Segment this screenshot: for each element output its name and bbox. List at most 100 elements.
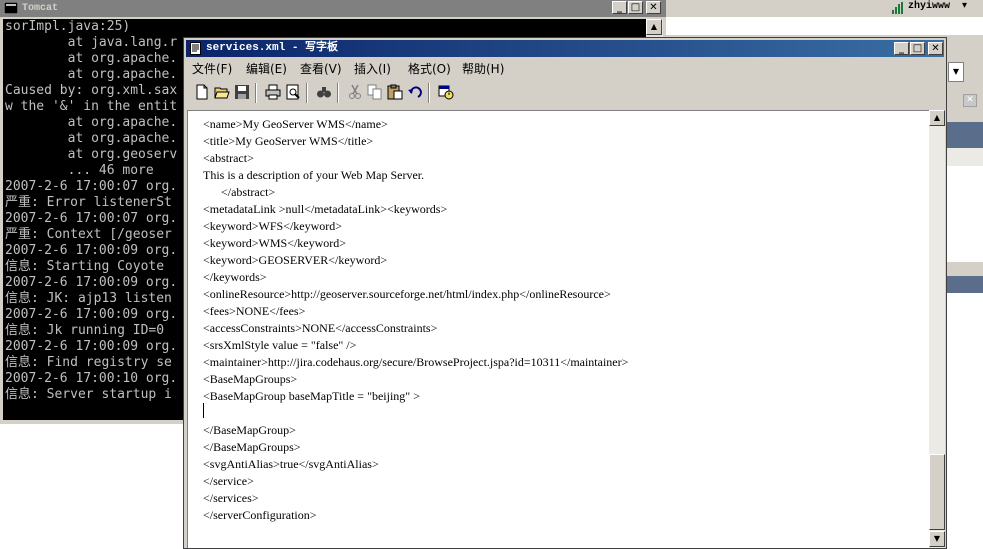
console-line: 2007-2-6 17:00:07 org.	[5, 211, 178, 226]
save-icon	[235, 85, 249, 99]
toolbar	[190, 81, 480, 107]
document-line: <fees>NONE</fees>	[203, 304, 306, 318]
console-line: 2007-2-6 17:00:09 org.	[5, 307, 178, 322]
open-button[interactable]	[212, 82, 233, 103]
wordpad-close-button[interactable]: ✕	[928, 42, 943, 55]
document-line: </serverConfiguration>	[203, 508, 317, 522]
copy-icon	[367, 84, 382, 100]
toolbar-separator	[428, 83, 430, 103]
scroll-thumb[interactable]	[929, 454, 945, 530]
console-scroll-up-button[interactable]: ▲	[646, 19, 662, 35]
document-line: </BaseMapGroup>	[203, 423, 296, 437]
signal-icon	[892, 2, 903, 14]
wordpad-window: services.xml - 写字板 _ □ ✕ 文件(F) 编辑(E) 查看(…	[183, 37, 947, 549]
print-icon	[265, 84, 281, 100]
document-line: </abstract>	[203, 185, 276, 199]
insert-datetime-icon	[438, 85, 454, 100]
new-document-button[interactable]	[192, 82, 213, 103]
user-dropdown-arrow[interactable]: ▾	[962, 0, 967, 11]
menu-file[interactable]: 文件(F)	[192, 60, 232, 77]
document-line: <accessConstraints>NONE</accessConstrain…	[203, 321, 438, 335]
console-line: 信息: JK: ajp13 listen	[5, 291, 172, 306]
tomcat-maximize-button[interactable]: □	[628, 1, 643, 14]
undo-button[interactable]	[405, 82, 426, 103]
background-panel-content	[946, 166, 983, 262]
console-line: 信息: Starting Coyote	[5, 259, 165, 274]
menu-view[interactable]: 查看(V)	[300, 60, 342, 77]
document-line: </BaseMapGroups>	[203, 440, 301, 454]
find-button[interactable]	[314, 82, 335, 103]
paste-icon	[387, 84, 403, 100]
cut-icon	[349, 84, 361, 99]
wordpad-title-bar[interactable]: services.xml - 写字板 _ □ ✕	[186, 40, 944, 57]
save-button[interactable]	[232, 82, 253, 103]
document-line: This is a description of your Web Map Se…	[203, 168, 425, 182]
print-preview-button[interactable]	[283, 82, 304, 103]
menu-insert[interactable]: 插入(I)	[354, 60, 391, 77]
console-line: at org.apache.	[5, 67, 178, 82]
document-line: <BaseMapGroups>	[203, 372, 298, 386]
menu-edit[interactable]: 编辑(E)	[246, 60, 287, 77]
document-line: <onlineResource>http://geoserver.sourcef…	[203, 287, 611, 301]
undo-icon	[408, 86, 422, 98]
document-line: <BaseMapGroup baseMapTitle = "beijing" >	[203, 389, 420, 403]
console-line: 信息: Jk running ID=0	[5, 323, 165, 338]
document-line: <keyword>GEOSERVER</keyword>	[203, 253, 388, 267]
tomcat-title-bar[interactable]: Tomcat _ □ ✕	[0, 0, 666, 17]
background-dropdown-button[interactable]: ▼	[948, 62, 964, 82]
console-line: 信息: Server startup i	[5, 387, 172, 402]
console-line: 严重: Context [/geoser	[5, 227, 172, 242]
console-app-icon	[4, 2, 18, 14]
background-close-icon[interactable]: ✕	[963, 94, 977, 107]
console-line: Caused by: org.xml.sax	[5, 83, 178, 98]
document-editor[interactable]: <name>My GeoServer WMS</name> <title>My G…	[187, 110, 929, 548]
new-document-icon	[196, 84, 208, 100]
background-panel-content-2	[946, 293, 983, 549]
console-line: at org.apache.	[5, 51, 178, 66]
scroll-down-button[interactable]: ▼	[929, 531, 945, 547]
background-panel-header	[946, 122, 983, 148]
console-line: 严重: Error listenerSt	[5, 195, 172, 210]
toolbar-separator	[306, 83, 308, 103]
console-line: 信息: Find registry se	[5, 355, 172, 370]
document-line: <srsXmlStyle value = "false" />	[203, 338, 357, 352]
document-line: <svgAntiAlias>true</svgAntiAlias>	[203, 457, 379, 471]
console-line: 2007-2-6 17:00:07 org.	[5, 179, 178, 194]
console-line: 2007-2-6 17:00:10 org.	[5, 371, 178, 386]
copy-button[interactable]	[365, 82, 386, 103]
scroll-up-button[interactable]: ▲	[929, 110, 945, 126]
background-window-strip	[666, 17, 983, 35]
document-line: <keyword>WFS</keyword>	[203, 219, 343, 233]
document-line: </keywords>	[203, 270, 267, 284]
toolbar-separator	[255, 83, 257, 103]
console-line: 2007-2-6 17:00:09 org.	[5, 339, 178, 354]
wordpad-app-icon	[190, 42, 201, 55]
console-line: 2007-2-6 17:00:09 org.	[5, 275, 178, 290]
wordpad-minimize-button[interactable]: _	[894, 42, 909, 55]
console-line: 2007-2-6 17:00:09 org.	[5, 243, 178, 258]
tomcat-minimize-button[interactable]: _	[612, 1, 627, 14]
document-line: <keyword>WMS</keyword>	[203, 236, 347, 250]
toolbar-separator	[337, 83, 339, 103]
tomcat-close-button[interactable]: ✕	[646, 1, 661, 14]
wordpad-maximize-button[interactable]: □	[910, 42, 925, 55]
insert-datetime-button[interactable]	[436, 82, 457, 103]
tomcat-title: Tomcat	[22, 3, 59, 14]
background-panel-toolbar	[946, 148, 983, 166]
print-preview-icon	[286, 84, 300, 100]
paste-button[interactable]	[385, 82, 406, 103]
open-folder-icon	[214, 87, 230, 99]
menu-format[interactable]: 格式(O)	[408, 60, 451, 77]
user-widget[interactable]: zhyiwww ▾	[892, 0, 983, 17]
menu-help[interactable]: 帮助(H)	[462, 60, 504, 77]
console-line: at org.apache.	[5, 131, 178, 146]
console-line: sorImpl.java:25)	[5, 19, 131, 34]
console-line: w the '&' in the entit	[5, 99, 178, 114]
print-button[interactable]	[263, 82, 284, 103]
document-line: </service>	[203, 474, 254, 488]
document-line: <abstract>	[203, 151, 254, 165]
document-scrollbar[interactable]: ▲ ▼	[929, 110, 945, 548]
menu-bar: 文件(F) 编辑(E) 查看(V) 插入(I) 格式(O) 帮助(H)	[186, 59, 944, 77]
cut-button[interactable]	[345, 82, 366, 103]
background-panel-header-2	[946, 276, 983, 293]
